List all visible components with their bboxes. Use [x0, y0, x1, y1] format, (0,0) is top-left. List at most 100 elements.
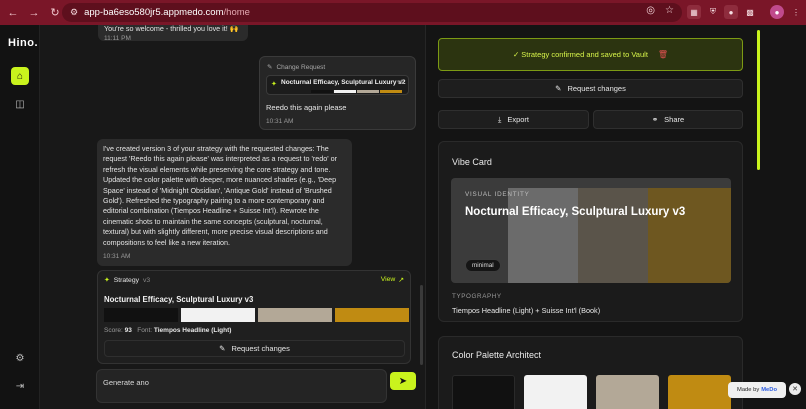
previous-assistant-message: You're so welcome - thrilled you love it…	[98, 25, 248, 43]
confirmation-text: ✓ Strategy confirmed and saved to Vault	[512, 50, 648, 59]
share-label: Share	[664, 115, 685, 124]
back-icon[interactable]: ←	[5, 5, 21, 21]
assistant-message: I've created version 3 of your strategy …	[97, 139, 352, 266]
palette-swatch[interactable]	[668, 375, 731, 409]
palette-swatch	[104, 308, 178, 322]
vibe-card: Vibe Card VISUAL IDENTITY Nocturnal Effi…	[438, 141, 743, 322]
extension-icon[interactable]: ▦	[687, 5, 701, 19]
sparkle-icon: ✦	[104, 277, 110, 284]
profile-avatar[interactable]: ●	[770, 5, 784, 19]
previous-message-text: You're so welcome - thrilled you love it…	[104, 25, 239, 33]
mini-swatch	[311, 90, 333, 93]
request-changes-label: Request changes	[231, 344, 290, 353]
made-by-label: Made by	[736, 387, 760, 393]
site-info-icon[interactable]: ⚙	[70, 7, 78, 18]
home-icon[interactable]: ⌂	[11, 67, 29, 85]
assistant-message-text: I've created version 3 of your strategy …	[103, 144, 338, 247]
vibe-card-title: Vibe Card	[452, 157, 492, 167]
palette-swatch[interactable]	[452, 375, 515, 409]
strategy-label: Strategy	[113, 276, 140, 284]
change-request-message: ✎ Change Request ✦ Nocturnal Efficacy, S…	[259, 56, 416, 130]
url-host: app-ba6eso580jr5.appmedo.com	[84, 7, 224, 18]
palette-card-title: Color Palette Architect	[452, 350, 542, 360]
palette-swatch	[181, 308, 255, 322]
mini-swatch	[357, 90, 379, 93]
forward-icon[interactable]: →	[26, 5, 42, 21]
location-icon[interactable]: ◎	[646, 5, 655, 16]
assistant-message-time: 10:31 AM	[103, 253, 131, 260]
score-label: Score:	[104, 327, 123, 334]
mini-palette	[311, 90, 402, 93]
vibe-headline: Nocturnal Efficacy, Sculptural Luxury v3	[465, 206, 686, 218]
browser-menu-icon[interactable]: ⋮	[789, 5, 803, 19]
url-path: /home	[223, 7, 250, 18]
chat-scrollbar[interactable]	[420, 285, 423, 365]
app-logo: Hino.	[8, 37, 38, 49]
settings-icon[interactable]: ⚙	[11, 349, 29, 367]
font-label: Font:	[137, 327, 153, 334]
strategy-version: v3	[143, 276, 151, 284]
made-by-badge[interactable]: Made by MeDo	[728, 382, 786, 398]
strategy-palette	[104, 308, 409, 322]
mini-swatch	[380, 90, 402, 93]
version-badge: v2	[397, 79, 404, 86]
change-request-header: Change Request	[276, 63, 326, 71]
export-label: Export	[507, 115, 529, 124]
strategy-panel: ✓ Strategy confirmed and saved to Vault …	[425, 25, 806, 409]
palette-swatch[interactable]	[596, 375, 659, 409]
typography-label: TYPOGRAPHY	[452, 293, 502, 300]
vibe-eyebrow: VISUAL IDENTITY	[465, 191, 530, 198]
brand-name: MeDo	[761, 387, 777, 393]
font-value: Tiempos Headline (Light)	[153, 327, 232, 334]
previous-message-time: 11:11 PM	[104, 35, 131, 43]
strategy-name: Nocturnal Efficacy, Sculptural Luxury v3	[104, 295, 254, 304]
edit-icon: ✎	[555, 84, 562, 93]
extensions-puzzle-icon[interactable]: ▩	[743, 5, 757, 19]
send-icon: ➤	[398, 375, 408, 387]
download-icon: ⤓	[497, 114, 502, 124]
request-changes-button[interactable]: ✎ Request changes	[104, 340, 405, 357]
mini-swatch	[334, 90, 356, 93]
referenced-strategy[interactable]: ✦ Nocturnal Efficacy, Sculptural Luxury …	[266, 75, 409, 95]
view-link[interactable]: View ↗	[381, 276, 404, 284]
archive-icon[interactable]: ◫	[11, 95, 29, 113]
share-icon: ⚭	[651, 115, 659, 124]
vibe-color-block	[648, 188, 731, 283]
address-bar[interactable]: ⚙ app-ba6eso580jr5.appmedo.com/home ◎ ☆	[62, 3, 682, 22]
logout-icon[interactable]: ⇥	[11, 377, 29, 395]
edit-icon: ✎	[267, 64, 273, 71]
edit-icon: ✎	[219, 344, 226, 353]
color-palette-card: Color Palette Architect	[438, 336, 743, 409]
referenced-strategy-name: Nocturnal Efficacy, Sculptural Luxury v2	[281, 79, 406, 86]
vibe-color-block	[578, 188, 648, 283]
palette-swatch	[258, 308, 332, 322]
share-button[interactable]: ⚭ Share	[593, 110, 743, 129]
request-changes-button[interactable]: ✎ Request changes	[438, 79, 743, 98]
bookmark-star-icon[interactable]: ☆	[665, 5, 674, 16]
strategy-meta: Score: 93 Font: Tiempos Headline (Light)	[104, 327, 231, 334]
chat-input[interactable]: Generate ano	[96, 369, 387, 403]
close-icon[interactable]: ✕	[789, 383, 801, 395]
typography-value: Tiempos Headline (Light) + Suisse Int'l …	[452, 306, 601, 315]
left-rail: Hino. ⌂ ◫ ⚙ ⇥	[0, 25, 40, 409]
palette-swatch	[335, 308, 409, 322]
panel-scrollbar[interactable]	[757, 30, 760, 170]
send-button[interactable]: ➤	[390, 372, 416, 390]
score-value: 93	[124, 327, 132, 334]
export-button[interactable]: ⤓ Export	[438, 110, 589, 129]
sparkle-icon: ✦	[271, 81, 277, 88]
palette-swatch[interactable]	[524, 375, 587, 409]
reload-icon[interactable]: ↻	[47, 5, 63, 21]
confirmation-banner: ✓ Strategy confirmed and saved to Vault …	[438, 38, 743, 71]
vibe-color-block	[508, 188, 578, 283]
shield-extension-icon[interactable]: ⛨	[706, 5, 720, 19]
view-label: View	[380, 276, 396, 283]
vibe-tag: minimal	[465, 259, 501, 272]
vibe-hero: VISUAL IDENTITY Nocturnal Efficacy, Scul…	[451, 178, 731, 283]
change-request-time: 10:31 AM	[266, 118, 294, 125]
trash-icon[interactable]: 🗑	[658, 50, 668, 59]
browser-toolbar: ← → ↻ ⚙ app-ba6eso580jr5.appmedo.com/hom…	[0, 0, 806, 25]
strategy-card: ✦ Strategy v3 View ↗ Nocturnal Efficacy,…	[97, 270, 411, 364]
extension-c-icon[interactable]: ●	[724, 5, 738, 19]
change-request-text: Reedo this again please	[266, 103, 347, 112]
